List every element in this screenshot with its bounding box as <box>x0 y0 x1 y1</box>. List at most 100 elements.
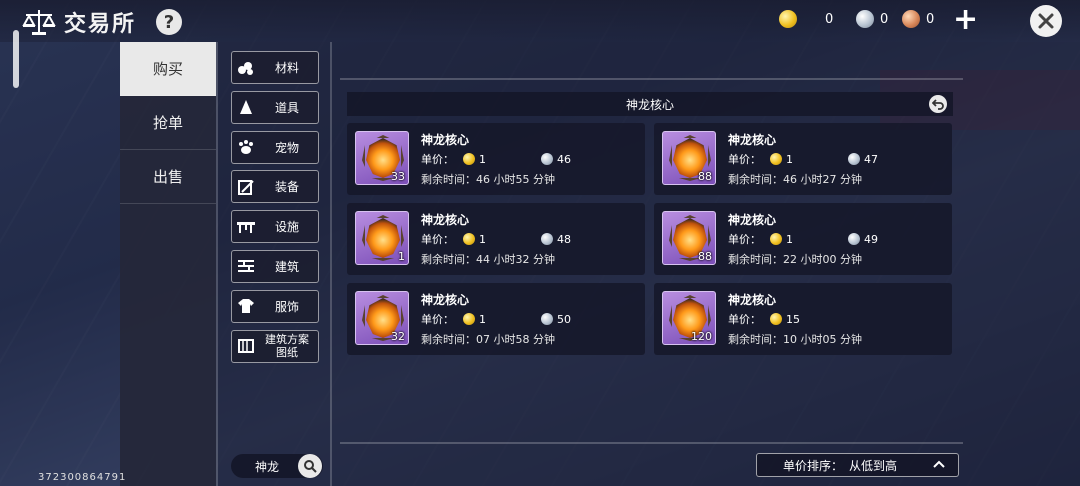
time-row: 剩余时间：07 小时58 分钟 <box>421 331 555 347</box>
item-name: 神龙核心 <box>728 213 777 227</box>
tab-sell[interactable]: 出售 <box>120 150 216 204</box>
price-label: 单价： <box>421 313 454 326</box>
gold-price: 1 <box>479 152 486 166</box>
gold-price: 15 <box>786 312 800 326</box>
time-remaining: 46 小时27 分钟 <box>783 173 862 186</box>
tab-buy[interactable]: 购买 <box>120 42 216 96</box>
chevron-up-icon <box>932 457 946 475</box>
category-list: 材料 道具 宠物 装备 设施 建筑 服饰 建筑方案 图纸 <box>231 51 319 369</box>
category-label: 材料 <box>274 61 299 75</box>
divider <box>216 42 218 486</box>
item-quantity: 33 <box>391 170 405 183</box>
item-quantity: 88 <box>698 170 712 183</box>
silver-coin-icon <box>541 233 553 245</box>
item-name: 神龙核心 <box>421 133 470 147</box>
add-currency-button[interactable]: + <box>953 5 978 35</box>
dragon-core-icon: 1 <box>355 211 409 265</box>
item-name: 神龙核心 <box>421 293 470 307</box>
close-icon <box>1038 13 1054 29</box>
silver-coin-icon <box>541 153 553 165</box>
back-button[interactable] <box>929 95 947 113</box>
silver-price: 49 <box>864 232 878 246</box>
scrollbar[interactable] <box>13 30 19 88</box>
item-quantity: 1 <box>398 250 405 263</box>
list-header: 神龙核心 <box>347 92 953 116</box>
item-quantity: 120 <box>691 330 712 343</box>
search-button[interactable] <box>298 454 322 478</box>
category-equipment[interactable]: 装备 <box>231 170 319 204</box>
category-props[interactable]: 道具 <box>231 90 319 124</box>
time-remaining: 07 小时58 分钟 <box>476 333 555 346</box>
silver-price: 50 <box>557 312 571 326</box>
price-row: 单价： 1 50 <box>421 311 571 327</box>
gold-coin-icon <box>770 153 782 165</box>
price-row: 单价： 1 46 <box>421 151 571 167</box>
price-label: 单价： <box>421 233 454 246</box>
paw-icon <box>236 137 256 157</box>
category-pets[interactable]: 宠物 <box>231 130 319 164</box>
time-label: 剩余时间： <box>728 253 783 266</box>
gold-price: 1 <box>479 312 486 326</box>
item-card[interactable]: 88 神龙核心 单价： 1 47 剩余时间：46 小时27 分钟 <box>654 123 952 195</box>
silver-coin-icon <box>541 313 553 325</box>
item-name: 神龙核心 <box>728 133 777 147</box>
category-blueprints[interactable]: 建筑方案 图纸 <box>231 329 319 363</box>
gold-currency: 0 <box>779 10 833 28</box>
item-quantity: 32 <box>391 330 405 343</box>
category-clothing[interactable]: 服饰 <box>231 289 319 323</box>
props-icon <box>236 97 256 117</box>
gold-price: 1 <box>786 232 793 246</box>
copper-currency: 0 <box>902 10 934 28</box>
materials-icon <box>236 58 256 78</box>
silver-price: 46 <box>557 152 571 166</box>
category-facilities[interactable]: 设施 <box>231 210 319 244</box>
silver-price: 48 <box>557 232 571 246</box>
category-label: 建筑 <box>274 259 299 274</box>
gold-coin-icon <box>770 313 782 325</box>
time-label: 剩余时间： <box>728 173 783 186</box>
sort-button[interactable]: 单价排序： 从低到高 <box>756 453 959 477</box>
tab-grab-order[interactable]: 抢单 <box>120 96 216 150</box>
gold-coin-icon <box>463 153 475 165</box>
help-button[interactable]: ? <box>156 9 183 35</box>
price-row: 单价： 1 49 <box>728 231 878 247</box>
time-label: 剩余时间： <box>421 173 476 186</box>
list-header-title: 神龙核心 <box>625 97 674 112</box>
dragon-core-icon: 120 <box>662 291 716 345</box>
divider <box>340 442 963 444</box>
blueprint-icon <box>236 336 256 356</box>
main-tabs: 购买 抢单 出售 <box>120 42 216 486</box>
building-icon <box>236 256 256 276</box>
user-id: 372300864791 <box>38 472 127 483</box>
time-label: 剩余时间： <box>421 333 476 346</box>
category-label: 服饰 <box>274 299 299 314</box>
dragon-core-icon: 88 <box>662 131 716 185</box>
category-materials[interactable]: 材料 <box>231 51 319 84</box>
time-row: 剩余时间：44 小时32 分钟 <box>421 251 555 267</box>
time-label: 剩余时间： <box>728 333 783 346</box>
item-card[interactable]: 88 神龙核心 单价： 1 49 剩余时间：22 小时00 分钟 <box>654 203 952 275</box>
copper-coin-icon <box>902 10 920 28</box>
facility-icon <box>236 217 256 237</box>
price-label: 单价： <box>728 313 761 326</box>
gold-coin-icon <box>463 233 475 245</box>
category-buildings[interactable]: 建筑 <box>231 249 319 283</box>
item-quantity: 88 <box>698 250 712 263</box>
category-label: 宠物 <box>274 140 299 155</box>
item-card[interactable]: 120 神龙核心 单价： 15 剩余时间：10 小时05 分钟 <box>654 283 952 355</box>
gold-amount: 0 <box>825 11 834 27</box>
item-card[interactable]: 1 神龙核心 单价： 1 48 剩余时间：44 小时32 分钟 <box>347 203 645 275</box>
divider <box>330 42 332 486</box>
item-card[interactable]: 33 神龙核心 单价： 1 46 剩余时间：46 小时55 分钟 <box>347 123 645 195</box>
item-card[interactable]: 32 神龙核心 单价： 1 50 剩余时间：07 小时58 分钟 <box>347 283 645 355</box>
gold-coin-icon <box>463 313 475 325</box>
return-icon <box>932 99 944 110</box>
page-title: 交易所 <box>64 12 137 37</box>
price-label: 单价： <box>421 153 454 166</box>
item-name: 神龙核心 <box>728 293 777 307</box>
silver-coin-icon <box>848 233 860 245</box>
copper-amount: 0 <box>926 11 935 27</box>
gold-price: 1 <box>479 232 486 246</box>
close-button[interactable] <box>1030 5 1062 37</box>
sort-label: 单价排序： <box>783 458 844 473</box>
